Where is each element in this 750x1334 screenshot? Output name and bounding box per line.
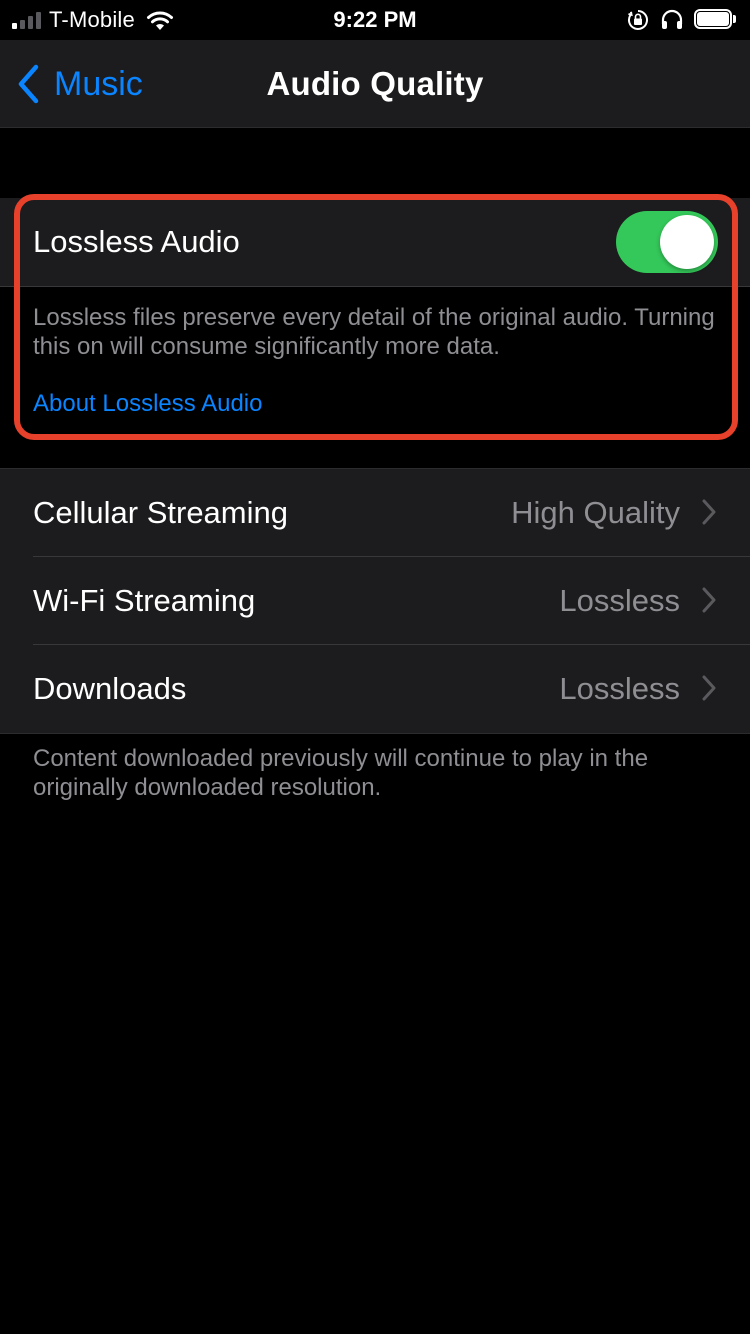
status-right [626, 6, 738, 34]
lossless-audio-row: Lossless Audio [0, 198, 750, 286]
chevron-right-icon [702, 675, 716, 701]
status-bar: T-Mobile 9:22 PM [0, 0, 750, 40]
toggle-knob [660, 215, 714, 269]
wifi-streaming-label: Wi-Fi Streaming [33, 583, 256, 618]
cellular-streaming-label: Cellular Streaming [33, 495, 288, 530]
about-lossless-audio-link[interactable]: About Lossless Audio [33, 389, 263, 418]
lossless-description-block: Lossless files preserve every detail of … [0, 287, 750, 418]
chevron-right-icon [702, 587, 716, 613]
wifi-streaming-row[interactable]: Wi-Fi Streaming Lossless [0, 557, 750, 645]
downloads-row[interactable]: Downloads Lossless [0, 645, 750, 733]
lossless-description: Lossless files preserve every detail of … [33, 304, 715, 360]
cellular-streaming-row[interactable]: Cellular Streaming High Quality [0, 469, 750, 557]
navigation-bar: Music Audio Quality [0, 40, 750, 128]
lossless-section: Lossless Audio Lossless files preserve e… [0, 198, 750, 418]
orientation-lock-icon [628, 10, 648, 30]
back-button-label: Music [54, 64, 143, 103]
back-button[interactable]: Music [16, 40, 143, 128]
headphones-icon [661, 9, 683, 29]
lossless-audio-toggle[interactable] [616, 211, 718, 273]
streaming-section: Cellular Streaming High Quality Wi-Fi St… [0, 468, 750, 734]
wifi-streaming-value: Lossless [559, 583, 680, 618]
downloads-label: Downloads [33, 671, 187, 706]
battery-icon [694, 9, 738, 31]
downloads-value: Lossless [559, 671, 680, 706]
lossless-audio-label: Lossless Audio [33, 224, 240, 259]
chevron-left-icon [18, 64, 39, 104]
streaming-footer-note: Content downloaded previously will conti… [33, 745, 649, 801]
chevron-right-icon [702, 499, 716, 525]
cellular-streaming-value: High Quality [511, 495, 680, 530]
